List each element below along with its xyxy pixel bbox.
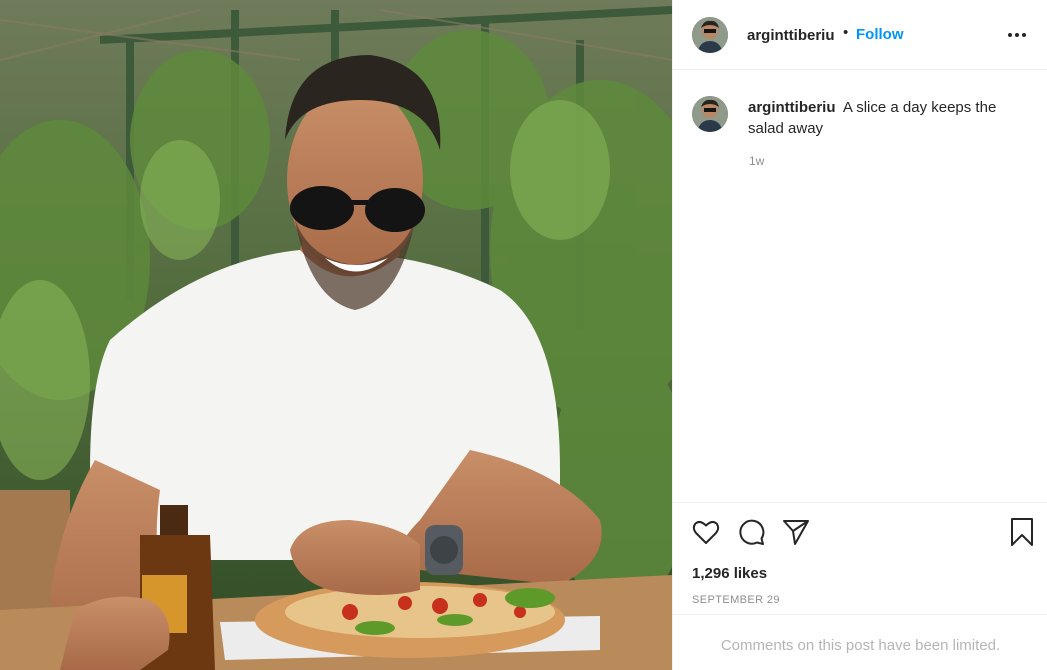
- post-image: [0, 0, 672, 670]
- username-link[interactable]: arginttiberiu: [747, 27, 835, 44]
- separator-dot: •: [843, 24, 849, 41]
- avatar-image: [692, 17, 728, 53]
- comments-limited-notice: Comments on this post have been limited.: [720, 637, 1001, 654]
- likes-count[interactable]: 1,296 likes: [692, 565, 767, 582]
- caption: arginttiberiu A slice a day keeps the sa…: [748, 97, 1023, 139]
- bookmark-icon[interactable]: [1007, 517, 1037, 547]
- post-photo[interactable]: [0, 0, 672, 670]
- post-details-panel: arginttiberiu • Follow arginttiberiu A s…: [672, 0, 1047, 670]
- comments-section: Comments on this post have been limited.: [673, 614, 1047, 670]
- action-bar: 1,296 likes SEPTEMBER 29: [673, 502, 1047, 612]
- caption-avatar[interactable]: [692, 96, 728, 132]
- post-date: SEPTEMBER 29: [692, 594, 780, 606]
- caption-username-link[interactable]: arginttiberiu: [748, 99, 836, 116]
- post-time[interactable]: 1w: [749, 154, 764, 168]
- post-header: arginttiberiu • Follow: [673, 0, 1047, 70]
- avatar[interactable]: [692, 17, 728, 53]
- more-options-icon[interactable]: [1008, 26, 1028, 44]
- heart-icon[interactable]: [691, 517, 721, 547]
- comment-bubble-icon[interactable]: [736, 517, 766, 547]
- paper-plane-icon[interactable]: [781, 517, 811, 547]
- follow-button[interactable]: Follow: [856, 26, 904, 43]
- avatar-image: [692, 96, 728, 132]
